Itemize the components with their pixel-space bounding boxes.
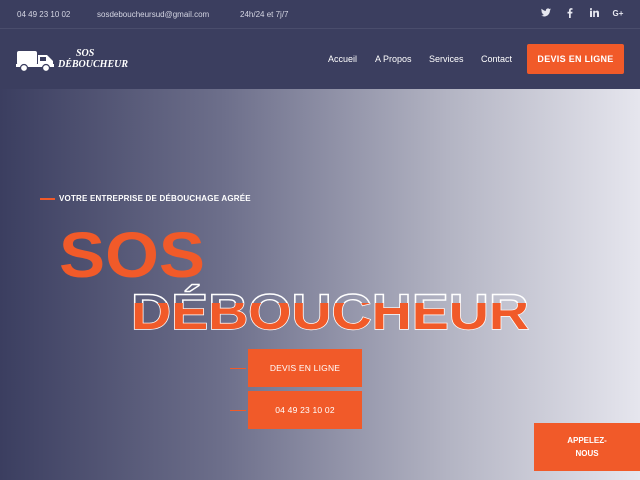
devis-en-ligne-hero-button[interactable]: DEVIS EN LIGNE (248, 349, 362, 387)
logo-line1: SOS (76, 48, 95, 59)
decorative-dash (230, 410, 246, 411)
appelez-nous-button[interactable]: APPELEZ- NOUS (534, 423, 640, 471)
phone-hero-button[interactable]: 04 49 23 10 02 (248, 391, 362, 429)
linkedin-icon[interactable] (588, 8, 600, 20)
nav-contact[interactable]: Contact (481, 54, 512, 64)
hero-section: VOTRE ENTREPRISE DE DÉBOUCHAGE AGRÉE SOS… (0, 89, 640, 480)
devis-en-ligne-nav-button[interactable]: DEVIS EN LIGNE (527, 44, 624, 74)
site-logo[interactable]: SOS DÉBOUCHEUR (16, 47, 128, 75)
logo-text: SOS DÉBOUCHEUR (58, 48, 128, 70)
call-line2: NOUS (575, 449, 599, 458)
topbar-hours: 24h/24 et 7j/7 (240, 10, 289, 19)
top-bar: 04 49 23 10 02 sosdeboucheursud@gmail.co… (0, 0, 640, 28)
nav-a-propos[interactable]: A Propos (375, 54, 412, 64)
topbar-email[interactable]: sosdeboucheursud@gmail.com (97, 10, 209, 19)
truck-icon (16, 51, 54, 73)
hero-title: SOS DÉBOUCHEUR DÉBOUCHEUR (59, 219, 530, 337)
topbar-phone[interactable]: 04 49 23 10 02 (17, 10, 70, 19)
logo-line2: DÉBOUCHEUR (58, 59, 129, 70)
hero-tagline: VOTRE ENTREPRISE DE DÉBOUCHAGE AGRÉE (40, 194, 251, 203)
hero-title-line1: SOS (59, 219, 205, 291)
main-navbar: SOS DÉBOUCHEUR Accueil A Propos Services… (0, 28, 640, 89)
google-plus-icon[interactable]: G+ (612, 8, 624, 20)
decorative-dash (230, 368, 246, 369)
nav-services[interactable]: Services (429, 54, 464, 64)
facebook-icon[interactable] (564, 8, 576, 20)
nav-accueil[interactable]: Accueil (328, 54, 357, 64)
call-line1: APPELEZ- (567, 436, 607, 445)
twitter-icon[interactable] (540, 8, 552, 20)
